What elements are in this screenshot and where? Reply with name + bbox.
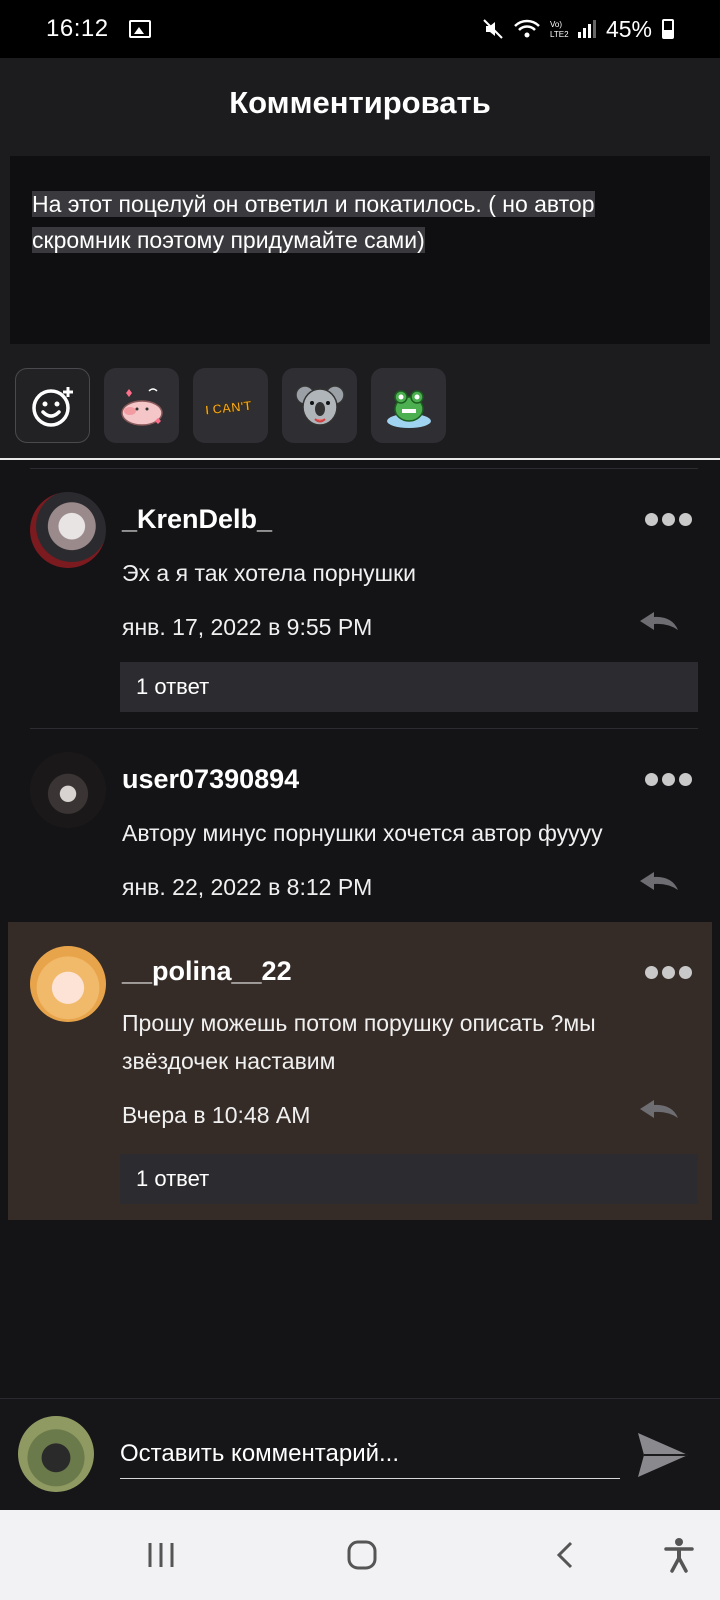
svg-text:Vo): Vo) [550, 20, 562, 29]
recent-apps-button[interactable] [136, 1530, 186, 1580]
avatar[interactable] [30, 752, 106, 828]
comment-composer [0, 1398, 720, 1510]
comment-username[interactable]: __polina__22 [122, 956, 292, 987]
story-excerpt: На этот поцелуй он ответил и покатилось.… [10, 156, 710, 344]
sticker-pig-button[interactable] [104, 368, 179, 443]
comment-username[interactable]: _KrenDelb_ [122, 504, 272, 535]
back-button[interactable] [540, 1530, 590, 1580]
more-options-button[interactable] [645, 513, 692, 526]
gallery-notification-icon [128, 20, 151, 38]
comment-text: Эх а я так хотела порнушки [122, 560, 417, 586]
system-nav-bar [0, 1510, 720, 1600]
status-bar: 16:12 Vo) LTE2 45% [0, 0, 720, 58]
svg-text:I CAN'T: I CAN'T [204, 397, 252, 417]
home-icon [347, 1540, 377, 1570]
battery-percent: 45% [605, 15, 652, 42]
accessibility-button[interactable] [654, 1530, 704, 1580]
home-button[interactable] [337, 1530, 387, 1580]
comment-input[interactable] [120, 1429, 620, 1479]
comment-date: Вчера в 10:48 AM [122, 1102, 311, 1128]
battery-icon [662, 19, 674, 39]
divider [30, 468, 698, 469]
divider [30, 728, 698, 729]
lte-signal-icon: Vo) LTE2 [550, 20, 596, 39]
sticker-i-cant-icon: I CAN'T [204, 397, 252, 417]
more-options-button[interactable] [645, 966, 692, 979]
reply-icon[interactable] [638, 610, 680, 632]
page-title: Комментировать [229, 85, 491, 120]
status-time: 16:12 [46, 15, 109, 42]
back-icon [556, 1541, 573, 1569]
comment-text: Прошу можешь потом порушку описать ?мы з… [122, 1010, 596, 1074]
avatar[interactable] [30, 492, 106, 568]
emoji-picker-button[interactable] [15, 368, 90, 443]
sticker-bar: I CAN'T [0, 353, 720, 460]
replies-count: 1 ответ [136, 674, 210, 699]
sticker-frog-button[interactable] [371, 368, 446, 443]
avatar[interactable] [30, 946, 106, 1022]
header: Комментировать [0, 58, 720, 148]
accessibility-icon [664, 1538, 694, 1573]
replies-toggle[interactable]: 1 ответ [120, 1154, 698, 1204]
wifi-icon [514, 19, 540, 38]
sticker-koala-icon [294, 384, 345, 426]
sticker-i-cant-button[interactable]: I CAN'T [193, 368, 268, 443]
comment-date: янв. 22, 2022 в 8:12 PM [122, 874, 373, 900]
story-text: На этот поцелуй он ответил и покатилось.… [32, 191, 595, 253]
smiley-add-icon [31, 386, 73, 427]
sticker-pig-icon [120, 387, 163, 426]
reply-icon[interactable] [638, 1098, 680, 1120]
sticker-koala-button[interactable] [282, 368, 357, 443]
send-button[interactable] [636, 1429, 690, 1481]
more-options-button[interactable] [645, 773, 692, 786]
reply-icon[interactable] [638, 870, 680, 892]
mute-icon [483, 19, 503, 39]
svg-text:LTE2: LTE2 [550, 30, 569, 39]
recent-apps-icon [148, 1543, 174, 1567]
comment-date: янв. 17, 2022 в 9:55 PM [122, 614, 373, 640]
my-avatar [18, 1416, 94, 1492]
sticker-frog-icon [386, 389, 431, 428]
story-area: На этот поцелуй он ответил и покатилось.… [0, 148, 720, 353]
replies-toggle[interactable]: 1 ответ [120, 662, 698, 712]
status-indicators: Vo) LTE2 45% [482, 16, 674, 43]
comment-text: Автору минус порнушки хочется автор фууу… [122, 820, 603, 846]
replies-count: 1 ответ [136, 1166, 210, 1191]
comment-username[interactable]: user07390894 [122, 764, 299, 795]
